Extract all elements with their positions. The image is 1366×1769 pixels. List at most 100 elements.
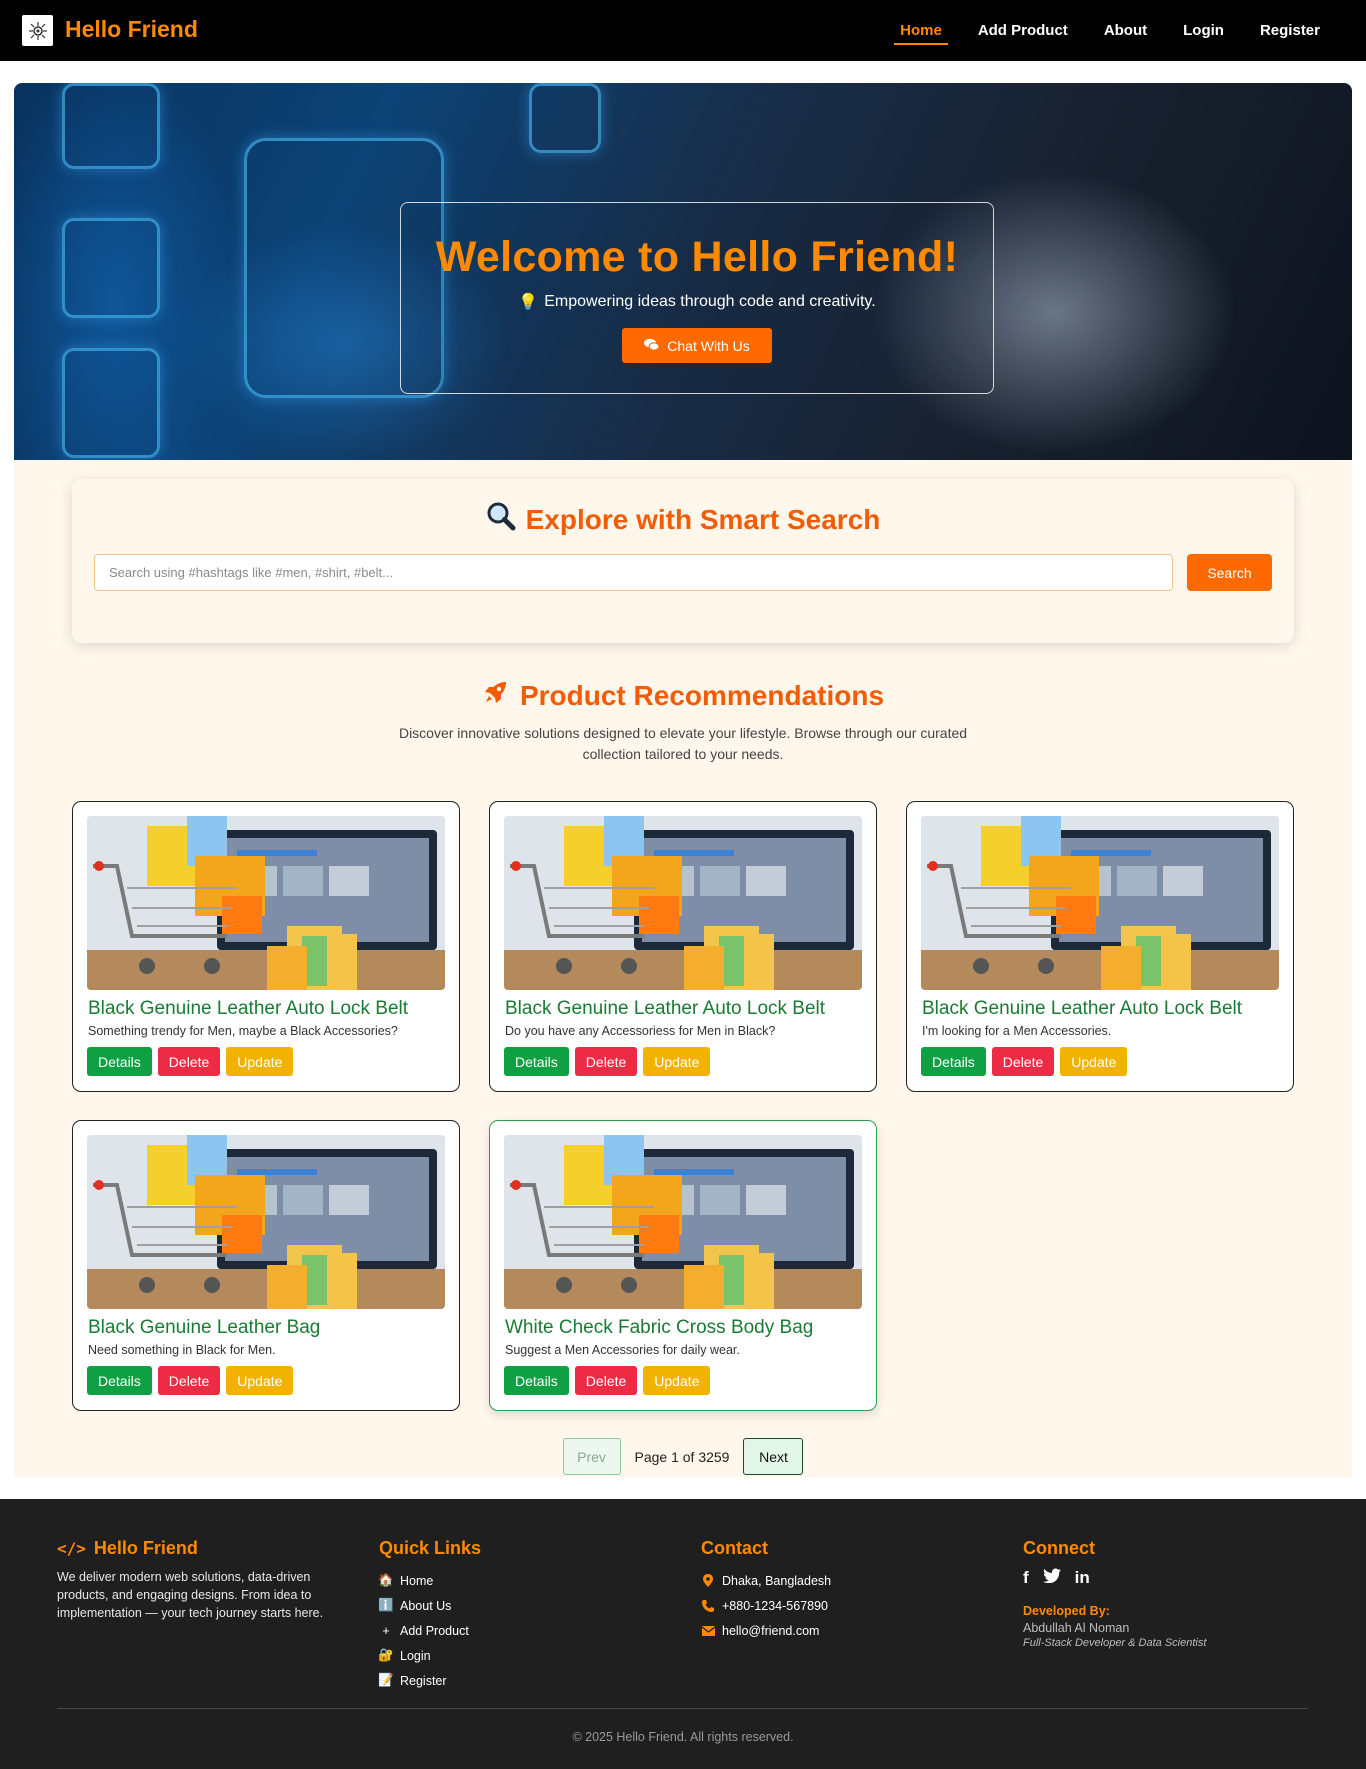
contact-email[interactable]: hello@friend.com bbox=[701, 1618, 831, 1643]
recommendations-title-text: Product Recommendations bbox=[519, 679, 885, 711]
product-actions: Details Delete Update bbox=[504, 1366, 711, 1395]
delete-button[interactable]: Delete bbox=[574, 1366, 638, 1395]
copyright-text: © 2025 Hello Friend. All rights reserved… bbox=[572, 1730, 794, 1744]
twitter-icon[interactable] bbox=[1042, 1568, 1061, 1588]
chat-bubbles-icon bbox=[644, 338, 660, 354]
smart-search-card: Explore with Smart Search Search bbox=[72, 479, 1294, 643]
contact-phone-text: +880-1234-567890 bbox=[722, 1598, 828, 1613]
hero-subtitle-text: Empowering ideas through code and creati… bbox=[544, 293, 876, 310]
nav-add-product[interactable]: Add Product bbox=[960, 0, 1086, 61]
code-icon: </> bbox=[57, 1539, 86, 1558]
facebook-icon[interactable]: f bbox=[1023, 1568, 1029, 1588]
details-button[interactable]: Details bbox=[921, 1047, 986, 1076]
update-button[interactable]: Update bbox=[643, 1047, 711, 1076]
update-button[interactable]: Update bbox=[226, 1366, 294, 1395]
footer-link-register[interactable]: 📝 Register bbox=[378, 1668, 481, 1693]
linkedin-icon[interactable]: in bbox=[1075, 1568, 1090, 1588]
memo-icon: 📝 bbox=[378, 1673, 394, 1687]
contact-address-text: Dhaka, Bangladesh bbox=[722, 1573, 832, 1588]
footer-link-add-product-label: Add Product bbox=[400, 1623, 469, 1638]
footer-brand[interactable]: </> Hello Friend bbox=[57, 1538, 342, 1559]
product-name[interactable]: Black Genuine Leather Auto Lock Belt bbox=[88, 998, 408, 1020]
details-button[interactable]: Details bbox=[87, 1047, 152, 1076]
product-actions: Details Delete Update bbox=[921, 1047, 1128, 1076]
hero-subtitle: 💡 Empowering ideas through code and crea… bbox=[401, 292, 993, 312]
footer-link-about[interactable]: ℹ️ About Us bbox=[378, 1593, 481, 1618]
robot-logo-icon[interactable] bbox=[22, 15, 53, 46]
footer-link-register-label: Register bbox=[400, 1673, 447, 1688]
prev-page-button[interactable]: Prev bbox=[562, 1438, 621, 1475]
product-actions: Details Delete Update bbox=[504, 1047, 711, 1076]
nav-register[interactable]: Register bbox=[1242, 0, 1338, 61]
product-card[interactable]: Black Genuine Leather Auto Lock Belt I'm… bbox=[906, 801, 1294, 1092]
nav-about[interactable]: About bbox=[1086, 0, 1165, 61]
developer-role: Full-Stack Developer & Data Scientist bbox=[1023, 1637, 1207, 1649]
product-name[interactable]: Black Genuine Leather Auto Lock Belt bbox=[922, 998, 1242, 1020]
contact-email-text: hello@friend.com bbox=[722, 1623, 820, 1638]
delete-button[interactable]: Delete bbox=[157, 1366, 221, 1395]
footer-contact: Contact Dhaka, Bangladesh +880-1234-5678… bbox=[701, 1538, 831, 1643]
delete-button[interactable]: Delete bbox=[991, 1047, 1055, 1076]
recommendations-description: Discover innovative solutions designed t… bbox=[398, 725, 968, 762]
footer-link-home-label: Home bbox=[400, 1573, 434, 1588]
product-card[interactable]: White Check Fabric Cross Body Bag Sugges… bbox=[489, 1120, 877, 1411]
footer-link-login[interactable]: 🔐 Login bbox=[378, 1643, 481, 1668]
search-input[interactable] bbox=[94, 554, 1173, 591]
footer-connect: Connect f in Developed By: Abdullah Al N… bbox=[1023, 1538, 1206, 1649]
nav-login[interactable]: Login bbox=[1165, 0, 1242, 61]
hero-card: Welcome to Hello Friend! 💡 Empowering id… bbox=[400, 202, 994, 394]
chat-with-us-button[interactable]: Chat With Us bbox=[622, 328, 772, 363]
product-description: Need something in Black for Men. bbox=[88, 1343, 276, 1357]
product-image[interactable] bbox=[504, 1135, 862, 1309]
product-actions: Details Delete Update bbox=[87, 1047, 294, 1076]
product-image[interactable] bbox=[87, 1135, 445, 1309]
chat-with-us-label: Chat With Us bbox=[667, 337, 750, 354]
footer-divider bbox=[57, 1708, 1308, 1709]
update-button[interactable]: Update bbox=[643, 1366, 711, 1395]
hero-title: Welcome to Hello Friend! bbox=[435, 233, 959, 281]
details-button[interactable]: Details bbox=[504, 1047, 569, 1076]
contact-phone[interactable]: +880-1234-567890 bbox=[701, 1593, 831, 1618]
location-pin-icon bbox=[701, 1574, 715, 1587]
magnifier-icon bbox=[486, 501, 516, 538]
brand-name[interactable]: Hello Friend bbox=[65, 16, 198, 43]
product-name[interactable]: White Check Fabric Cross Body Bag bbox=[505, 1317, 813, 1339]
product-name[interactable]: Black Genuine Leather Auto Lock Belt bbox=[505, 998, 825, 1020]
developer-name: Abdullah Al Noman bbox=[1023, 1621, 1130, 1635]
details-button[interactable]: Details bbox=[87, 1366, 152, 1395]
product-image[interactable] bbox=[504, 816, 862, 990]
phone-icon bbox=[701, 1599, 715, 1612]
house-icon: 🏠 bbox=[378, 1573, 394, 1587]
product-card[interactable]: Black Genuine Leather Auto Lock Belt Som… bbox=[72, 801, 460, 1092]
next-page-button[interactable]: Next bbox=[743, 1438, 804, 1475]
footer-quick-links: Quick Links 🏠 Home ℹ️ About Us + Add Produc… bbox=[378, 1538, 482, 1693]
nav-home[interactable]: Home bbox=[882, 0, 960, 61]
connect-title: Connect bbox=[1023, 1538, 1095, 1558]
footer-link-add-product[interactable]: + Add Product bbox=[379, 1618, 481, 1643]
footer-about-text: We deliver modern web solutions, data-dr… bbox=[57, 1570, 324, 1620]
product-image[interactable] bbox=[921, 816, 1279, 990]
product-name[interactable]: Black Genuine Leather Bag bbox=[88, 1317, 320, 1339]
footer-link-home[interactable]: 🏠 Home bbox=[378, 1568, 481, 1593]
recommendations-title: Product Recommendations bbox=[0, 678, 1366, 713]
product-card[interactable]: Black Genuine Leather Auto Lock Belt Do … bbox=[489, 801, 877, 1092]
product-card[interactable]: Black Genuine Leather Bag Need something… bbox=[72, 1120, 460, 1411]
delete-button[interactable]: Delete bbox=[574, 1047, 638, 1076]
info-icon: ℹ️ bbox=[378, 1598, 394, 1612]
developed-by-label: Developed By: bbox=[1023, 1604, 1110, 1618]
footer-about: </> Hello Friend We deliver modern web s… bbox=[57, 1538, 342, 1622]
footer-brand-name: Hello Friend bbox=[93, 1538, 198, 1558]
product-actions: Details Delete Update bbox=[87, 1366, 294, 1395]
quick-links-title: Quick Links bbox=[379, 1538, 482, 1558]
update-button[interactable]: Update bbox=[1060, 1047, 1128, 1076]
update-button[interactable]: Update bbox=[226, 1047, 294, 1076]
search-button[interactable]: Search bbox=[1187, 554, 1272, 591]
product-image[interactable] bbox=[87, 816, 445, 990]
site-footer: </> Hello Friend We deliver modern web s… bbox=[0, 1499, 1366, 1769]
social-links: f in bbox=[1023, 1568, 1206, 1588]
delete-button[interactable]: Delete bbox=[157, 1047, 221, 1076]
page-indicator: Page 1 of 3259 bbox=[634, 1448, 730, 1465]
envelope-icon bbox=[701, 1625, 715, 1636]
contact-address: Dhaka, Bangladesh bbox=[701, 1568, 831, 1593]
details-button[interactable]: Details bbox=[504, 1366, 569, 1395]
